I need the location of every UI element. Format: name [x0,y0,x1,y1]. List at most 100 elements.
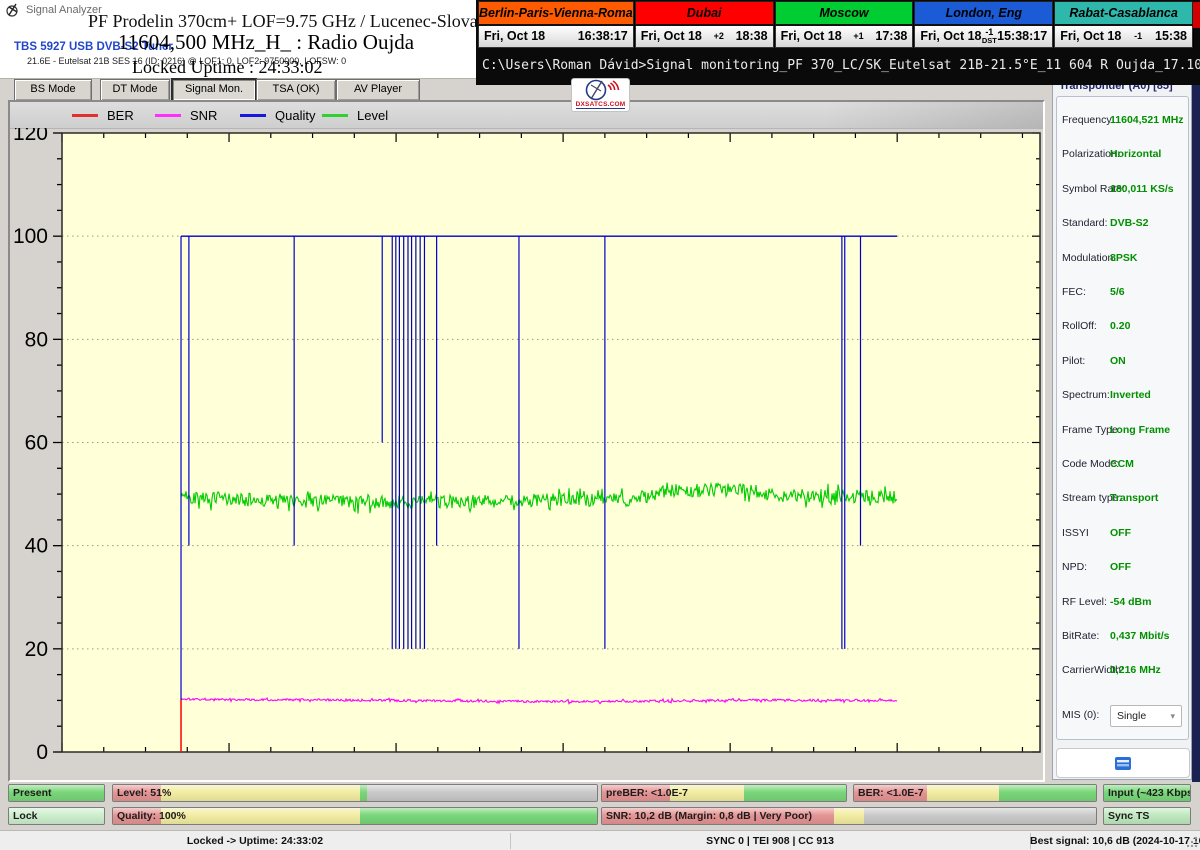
field-label: RollOff: [1062,320,1097,332]
field-value: DVB-S2 [1110,217,1149,229]
field-value: Inverted [1110,389,1151,401]
dxsatcs-logo: DXSATCS.COM [571,78,630,112]
svg-text:100: 100 [13,225,48,248]
svg-text:0: 0 [36,741,48,764]
field-value: OFF [1110,561,1131,573]
transponder-field: Frequency:11604,521 MHz [1057,114,1188,128]
field-label: RF Level: [1062,596,1107,608]
transponder-field: CarrierWidth:0,216 MHz [1057,664,1188,678]
clock-date: Fri, Oct 18 [781,29,842,43]
disk-icon [1114,756,1132,771]
field-value: 0,216 MHz [1110,664,1161,676]
clock-time: 15:38:17 [997,29,1047,43]
legend-item-level: Level [322,102,388,128]
transponder-panel: Transponder (A0) [85] Frequency:11604,52… [1052,78,1192,780]
chevron-down-icon: ▾ [1170,711,1175,722]
preber-bar: preBER: <1.0E-7 [601,784,847,802]
background-strip [1192,0,1200,782]
field-value: Transport [1110,492,1158,504]
svg-text:20: 20 [25,638,48,661]
transponder-field: Spectrum:Inverted [1057,389,1188,403]
field-label: Pilot: [1062,355,1085,367]
field-label: NPD: [1062,561,1087,573]
field-value: ON [1110,355,1126,367]
world-clocks: Berlin-Paris-Vienna-Roma Fri, Oct 18 16:… [478,1,1194,48]
field-label: Frequency: [1062,114,1115,126]
background-window-sliver [1193,2,1200,28]
transponder-field: Symbol Rate:180,011 KS/s [1057,183,1188,197]
transponder-field: ISSYIOFF [1057,527,1188,541]
status-sync: SYNC 0 | TEI 908 | CC 913 [510,831,1030,850]
tab-av-player[interactable]: AV Player [336,79,420,101]
field-value: CCM [1110,458,1134,470]
level-bar: Level: 51% [112,784,598,802]
field-value: -54 dBm [1110,596,1151,608]
clock-dubai: Dubai Fri, Oct 18 +2 18:38 [635,1,775,48]
clock-time: 18:38 [736,29,768,43]
field-label: Modulation: [1062,252,1116,264]
transponder-field: NPD: OFF [1057,561,1188,575]
clock-london: London, Eng Fri, Oct 18 -1DST 15:38:17 [914,1,1054,48]
svg-text:40: 40 [25,535,48,558]
tab-bs-mode[interactable]: BS Mode [14,79,92,101]
status-bar: Locked -> Uptime: 24:33:02 SYNC 0 | TEI … [0,830,1200,850]
clock-city: Berlin-Paris-Vienna-Roma [478,1,634,26]
field-value: 0.20 [1110,320,1130,332]
legend-item-ber: BER [72,102,134,128]
field-value: 0,437 Mbit/s [1110,630,1170,642]
level-legend-line [322,114,348,117]
present-indicator: Present [8,784,105,802]
field-label: BitRate: [1062,630,1099,642]
console-prompt: C:\Users\Roman Dávid>Signal monitoring_P… [482,58,1200,73]
clock-city: London, Eng [914,1,1053,26]
satellite-dish-icon [581,79,621,101]
transponder-field: Pilot: ON [1057,355,1188,369]
signal-analyzer-window: Signal Analyzer PF Prodelin 370cm+ LOF=9… [0,0,1200,850]
status-uptime: Locked -> Uptime: 24:33:02 [0,831,510,850]
save-button[interactable] [1056,748,1190,778]
clock-offset: +1 [853,32,863,41]
uptime-overlay: Locked Uptime : 24:33:02 [132,57,322,78]
svg-text:120: 120 [13,128,48,145]
lock-indicator: Lock [8,807,105,825]
field-label: Spectrum: [1062,389,1110,401]
logo-text: DXSATCS.COM [576,101,626,109]
field-value: 5/6 [1110,286,1125,298]
clock-berlin: Berlin-Paris-Vienna-Roma Fri, Oct 18 16:… [478,1,635,48]
ber-bar: BER: <1.0E-7 [853,784,1097,802]
input-bar: Input (~423 Kbps) [1103,784,1191,802]
ber-legend-line [72,114,98,117]
clock-offset: -1 [1134,32,1142,41]
signal-history-plot: 020406080100120 [10,128,1043,780]
tab-dt-mode[interactable]: DT Mode [100,79,170,101]
svg-text:60: 60 [25,432,48,455]
legend-item-quality: Quality [240,102,315,128]
mis-dropdown[interactable]: Single▾ [1110,705,1182,727]
clock-rabat: Rabat-Casablanca Fri, Oct 18 -1 15:38 [1054,1,1194,48]
transponder-field: Frame Type:Long Frame [1057,424,1188,438]
transponder-field: Modulation:8PSK [1057,252,1188,266]
field-value: Horizontal [1110,148,1161,160]
clock-date: Fri, Oct 18 [1060,29,1121,43]
transponder-field: RF Level:-54 dBm [1057,596,1188,610]
field-value: Long Frame [1110,424,1170,436]
frequency-overlay: 11604,500 MHz_H_ : Radio Oujda [118,30,414,55]
quality-bar: Quality: 100% [112,807,598,825]
clock-city: Moscow [775,1,914,26]
field-label: FEC: [1062,286,1086,298]
tab-tsa[interactable]: TSA (OK) [256,79,336,101]
resize-grip[interactable] [1187,836,1198,847]
field-label: Standard: [1062,217,1108,229]
antenna-description: PF Prodelin 370cm+ LOF=9.75 GHz / Lucene… [88,11,472,32]
clock-time: 16:38:17 [578,29,628,43]
transponder-fields-box: Frequency:11604,521 MHzPolarization:Hori… [1056,96,1189,740]
chart-legend: BER SNR Quality Level [10,102,1043,129]
clock-offset: +2 [714,32,724,41]
status-best-signal: Best signal: 10,6 dB (2024-10-17 16:22) [1030,831,1186,850]
snr-bar: SNR: 10,2 dB (Margin: 0,8 dB | Very Poor… [601,807,1097,825]
tab-signal-mon[interactable]: Signal Mon. [172,79,256,101]
clock-time: 17:38 [875,29,907,43]
legend-item-snr: SNR [155,102,217,128]
mis-label: MIS (0): [1062,709,1099,721]
transponder-field: BitRate: 0,437 Mbit/s [1057,630,1188,644]
